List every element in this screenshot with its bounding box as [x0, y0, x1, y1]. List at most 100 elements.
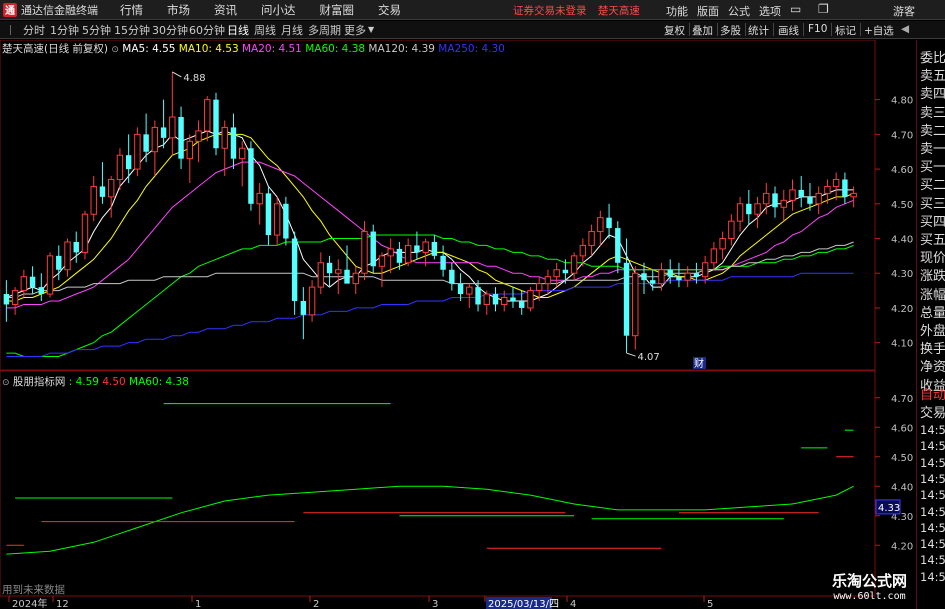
period-daily[interactable]: 日线 [227, 22, 249, 38]
candle-body [213, 99, 219, 149]
collapse-icon[interactable]: ⊙ [2, 378, 10, 388]
kline-chart[interactable]: 4.80 4.70 4.60 4.50 4.40 4.30 4.20 4.10 4.70 4.60… [0, 40, 916, 609]
indicator-lines [6, 403, 854, 555]
indicator-legend: ⊙ 股朋指标网 : 4.59 4.50 MA60: 4.38 [2, 374, 189, 389]
side-panel-tab[interactable]: 自动 [920, 384, 945, 403]
candle-body [824, 185, 831, 194]
candle-body [238, 147, 246, 160]
period-60min[interactable]: 60分钟 [189, 22, 225, 38]
candle-body [483, 293, 490, 305]
candle-body [125, 155, 132, 170]
indicator-curve [6, 485, 854, 555]
menu-news[interactable]: 资讯 [202, 2, 249, 18]
candle-body [3, 294, 10, 305]
menu-market[interactable]: 市场 [155, 2, 202, 18]
candle-body [535, 283, 543, 292]
candle-body [667, 269, 673, 277]
candle-body [693, 273, 700, 277]
period-1min[interactable]: 1分钟 [50, 22, 79, 38]
stats-button[interactable]: 统计 [748, 23, 769, 38]
candle-body [641, 273, 647, 281]
overlay-button[interactable]: 叠加 [692, 23, 713, 38]
settings-icon[interactable]: ⊙ [111, 45, 119, 55]
period-multi[interactable]: 多周期 [308, 22, 341, 38]
period-monthly[interactable]: 月线 [281, 22, 303, 38]
menu-ask[interactable]: 问小达 [249, 2, 308, 18]
mark-button[interactable]: 标记 [835, 23, 856, 38]
candle-body [404, 244, 412, 264]
menu-options[interactable]: 选项 [759, 3, 781, 19]
candle-body [38, 287, 45, 295]
date-tick-label: 5 [707, 599, 713, 609]
f10-button[interactable]: F10 [808, 23, 827, 35]
candle-body [20, 276, 28, 292]
candle-body [143, 134, 149, 152]
candle-body [615, 228, 621, 263]
candle-body [134, 133, 141, 170]
candle-body [562, 269, 569, 274]
period-weekly[interactable]: 周线 [254, 22, 276, 38]
candle-body [99, 186, 106, 197]
candle-body [492, 294, 499, 305]
menu-formula[interactable]: 公式 [728, 3, 750, 19]
high-marker-line [172, 71, 182, 78]
restore-icon[interactable]: ❐ [818, 2, 829, 16]
chevron-down-icon[interactable]: ▼ [368, 25, 374, 34]
candle-body [815, 192, 822, 205]
tick-time: 14:56 [920, 439, 945, 454]
guest-label[interactable]: 游客 [893, 3, 915, 19]
period-15min[interactable]: 15分钟 [114, 22, 150, 38]
menu-function[interactable]: 功能 [666, 3, 688, 19]
multi-stock-button[interactable]: 多股 [720, 23, 741, 38]
menu-quotes[interactable]: 行情 [108, 2, 155, 18]
add-watchlist-button[interactable]: +自选 [864, 23, 894, 38]
price-tick-label: 4.70 [891, 130, 913, 141]
menu-wealth[interactable]: 财富圈 [308, 2, 367, 18]
menu-layout[interactable]: 版面 [697, 3, 719, 19]
side-panel-tab[interactable]: 交易 [920, 402, 945, 421]
tick-time: 14:56 [920, 504, 945, 519]
watermark-url: www.60lt.com [833, 591, 906, 602]
period-intraday[interactable]: 分时 [23, 22, 45, 38]
main-panel-frame [0, 40, 876, 371]
candle-body [527, 290, 534, 309]
candle-body [832, 178, 840, 187]
candle-body [658, 269, 665, 285]
tick-time: 14:56 [920, 488, 945, 503]
ma-line-ma10 [6, 133, 854, 302]
menu-trade[interactable]: 交易 [366, 2, 413, 18]
candle-body [186, 140, 194, 160]
period-30min[interactable]: 30分钟 [152, 22, 188, 38]
tick-time: 14:56 [920, 455, 945, 470]
candle-body [606, 217, 612, 229]
candle-body [56, 255, 62, 270]
adjust-button[interactable]: 复权 [664, 23, 685, 38]
toolbar-divider [717, 23, 718, 36]
candle-body [370, 231, 376, 267]
candle-body [763, 192, 770, 205]
candle-body [11, 290, 19, 305]
candle-body [46, 255, 54, 295]
quote-field-label: 卖四 [920, 87, 945, 103]
high-price-label: 4.88 [183, 73, 205, 84]
tick-time: 14:56 [920, 423, 945, 437]
login-status-link[interactable]: 证券交易未登录 [513, 5, 587, 17]
candle-body [632, 272, 639, 337]
period-5min[interactable]: 5分钟 [82, 22, 111, 38]
candle-body [352, 272, 359, 285]
candle-body [553, 269, 560, 278]
candle-body [588, 231, 595, 246]
draw-line-button[interactable]: 画线 [778, 23, 799, 38]
quote-field-label: 外盘 [920, 324, 945, 339]
arrow-left-icon[interactable]: ◀ [901, 23, 909, 35]
quote-field-label: 买三 [920, 196, 945, 212]
quote-field-label: 换手 [920, 342, 945, 358]
toolbar-grip-icon [10, 25, 11, 35]
period-more[interactable]: 更多 [344, 22, 366, 38]
candle-body [544, 276, 552, 285]
candle-body [195, 130, 202, 142]
minimize-icon[interactable]: ▭ [790, 2, 801, 16]
candle-body [387, 248, 394, 257]
candle-body [308, 286, 316, 316]
quote-side-panel: 委比 卖五 卖四 卖三 卖二 卖一 买一 买二 买三 买四 买五 现价 涨跌 涨幅 总量 外盘 换手 净资 收益 自动… [916, 40, 945, 609]
